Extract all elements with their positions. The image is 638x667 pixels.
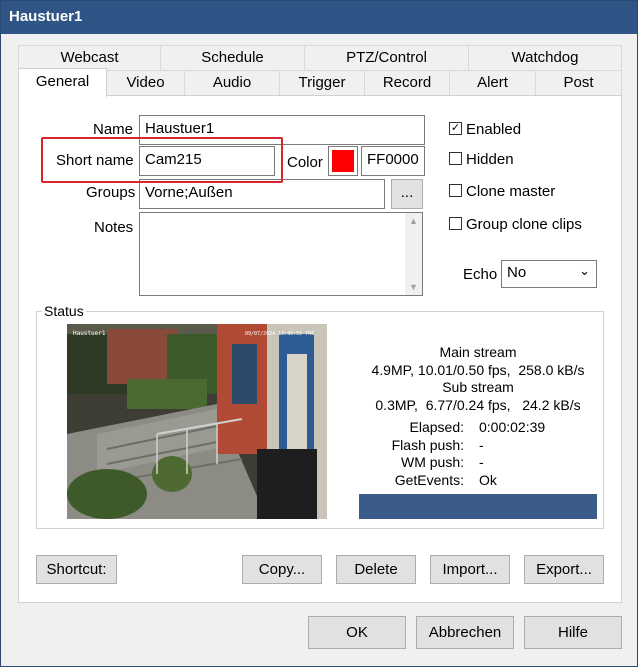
tab-alert[interactable]: Alert xyxy=(449,70,536,95)
scroll-up-icon[interactable]: ▲ xyxy=(405,216,422,226)
color-swatch-button[interactable] xyxy=(328,146,358,176)
groups-label: Groups xyxy=(86,184,136,201)
color-swatch xyxy=(332,150,354,172)
wm-push-label: WM push: xyxy=(400,454,464,470)
shortcut-button[interactable]: Shortcut: xyxy=(36,555,117,584)
status-label: Status xyxy=(42,303,86,319)
group-clone-clips-checkbox[interactable] xyxy=(449,217,462,230)
flash-push-value: - xyxy=(479,437,484,453)
group-clone-clips-label: Group clone clips xyxy=(466,216,582,233)
enabled-checkbox[interactable]: ✓ xyxy=(449,122,462,135)
camera-overlay-name: Haustuer1 xyxy=(73,330,106,337)
sub-stream-info: 0.3MP, 6.77/0.24 fps, 24.2 kB/s xyxy=(375,397,581,413)
notes-textarea[interactable]: ▲ ▼ xyxy=(139,212,423,296)
hidden-checkbox[interactable] xyxy=(449,152,462,165)
color-hex-input[interactable]: FF0000 xyxy=(361,146,425,176)
export-button[interactable]: Export... xyxy=(524,555,604,584)
clone-master-label: Clone master xyxy=(466,183,556,200)
notes-label: Notes xyxy=(94,219,134,236)
tab-schedule[interactable]: Schedule xyxy=(160,45,305,70)
chevron-down-icon: ⌄ xyxy=(579,263,590,278)
camera-overlay-time: 09/07/2024 13:30:55 THE xyxy=(245,331,314,337)
tab-webcast[interactable]: Webcast xyxy=(18,45,161,70)
clone-master-checkbox[interactable] xyxy=(449,184,462,197)
color-label: Color xyxy=(287,154,323,171)
main-stream-title: Main stream xyxy=(439,344,517,360)
tab-record[interactable]: Record xyxy=(364,70,450,95)
help-button[interactable]: Hilfe xyxy=(524,616,622,649)
groups-input[interactable]: Vorne;Außen xyxy=(139,179,385,209)
status-bar xyxy=(359,494,597,519)
scroll-down-icon[interactable]: ▼ xyxy=(405,282,422,292)
tab-audio[interactable]: Audio xyxy=(184,70,280,95)
copy-button[interactable]: Copy... xyxy=(242,555,322,584)
groups-browse-button[interactable]: ... xyxy=(391,179,423,209)
flash-push-label: Flash push: xyxy=(391,437,464,453)
import-button[interactable]: Import... xyxy=(430,555,510,584)
echo-value: No xyxy=(507,264,527,281)
elapsed-value: 0:00:02:39 xyxy=(479,419,546,435)
getevents-value: Ok xyxy=(479,472,497,488)
delete-button[interactable]: Delete xyxy=(336,555,416,584)
window-title: Haustuer1 xyxy=(1,1,637,34)
hidden-label: Hidden xyxy=(466,151,514,168)
camera-preview[interactable]: Haustuer1 09/07/2024 13:30:55 THE xyxy=(67,324,327,519)
camera-image: Haustuer1 09/07/2024 13:30:55 THE xyxy=(67,324,327,519)
enabled-label: Enabled xyxy=(466,121,522,138)
tab-trigger[interactable]: Trigger xyxy=(279,70,365,95)
elapsed-label: Elapsed: xyxy=(409,419,464,435)
camera-settings-window: Haustuer1 Webcast Schedule PTZ/Control W… xyxy=(0,0,638,667)
echo-label: Echo xyxy=(463,266,498,283)
sub-stream-title: Sub stream xyxy=(442,379,514,395)
tab-ptz-control[interactable]: PTZ/Control xyxy=(304,45,469,70)
notes-scrollbar[interactable]: ▲ ▼ xyxy=(405,213,422,295)
tab-general[interactable]: General xyxy=(18,68,107,97)
tab-watchdog[interactable]: Watchdog xyxy=(468,45,622,70)
wm-push-value: - xyxy=(479,454,484,470)
cancel-button[interactable]: Abbrechen xyxy=(416,616,514,649)
name-label: Name xyxy=(93,121,134,138)
tab-post[interactable]: Post xyxy=(535,70,622,95)
main-stream-info: 4.9MP, 10.01/0.50 fps, 258.0 kB/s xyxy=(371,362,585,378)
getevents-label: GetEvents: xyxy=(394,472,464,488)
tab-video[interactable]: Video xyxy=(106,70,185,95)
echo-select[interactable]: No ⌄ xyxy=(501,260,597,288)
highlight-box xyxy=(41,137,283,183)
ok-button[interactable]: OK xyxy=(308,616,406,649)
